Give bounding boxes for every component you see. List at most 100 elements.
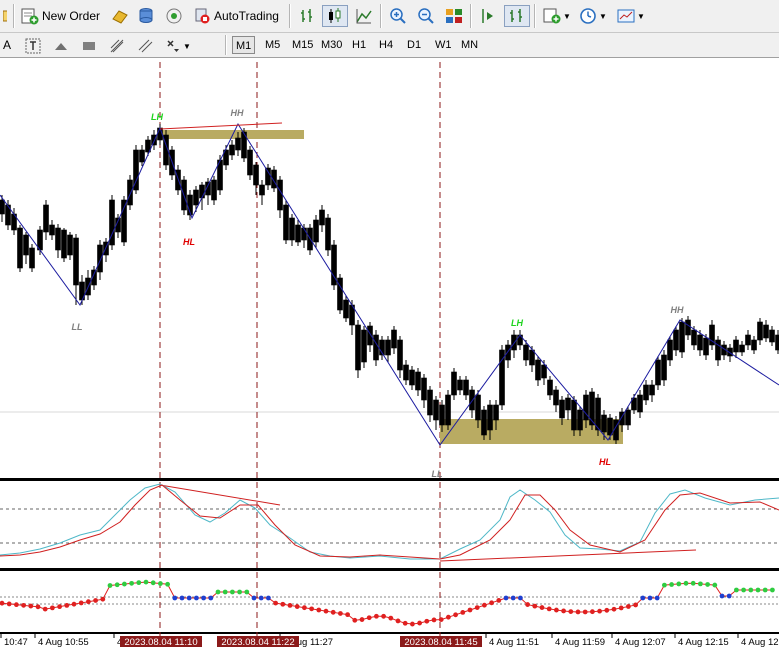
timeframe-d1[interactable]: D1 bbox=[404, 36, 424, 54]
antenna-icon bbox=[166, 8, 182, 24]
oscillator-dot bbox=[21, 602, 26, 608]
bearish-candle bbox=[667, 339, 673, 361]
time-tick-label: 4 Aug 11:59 bbox=[555, 637, 605, 648]
bearish-candle bbox=[23, 234, 29, 256]
oscillator-dot bbox=[14, 602, 19, 608]
oscillator-dot bbox=[266, 595, 271, 601]
oscillator-dot bbox=[568, 609, 574, 614]
bearish-candle bbox=[289, 217, 295, 241]
bearish-candle bbox=[523, 344, 529, 361]
chart-shift-button[interactable] bbox=[476, 5, 500, 27]
oscillator-dot bbox=[482, 602, 487, 608]
oscillator-dot bbox=[618, 605, 624, 611]
timeframe-m5[interactable]: M5 bbox=[262, 36, 283, 54]
bearish-candle bbox=[757, 321, 763, 341]
autotrading-button[interactable]: AutoTrading bbox=[190, 5, 282, 27]
oscillator-dot bbox=[662, 582, 667, 588]
new-order-icon bbox=[21, 8, 39, 25]
auto-scroll-button[interactable] bbox=[504, 5, 530, 27]
oscillator-dot bbox=[122, 581, 127, 587]
oscillator-dot bbox=[489, 600, 494, 606]
bearish-candle bbox=[607, 417, 613, 436]
bearish-candle bbox=[139, 149, 145, 163]
rectangle-tool[interactable] bbox=[78, 35, 100, 57]
timeframe-m15[interactable]: M15 bbox=[289, 36, 316, 54]
timeframe-h1[interactable]: H1 bbox=[349, 36, 369, 54]
new-order-button[interactable]: New Order bbox=[18, 5, 103, 27]
bearish-candle bbox=[67, 234, 73, 256]
bearish-candle bbox=[775, 334, 779, 351]
time-tick-label: 10:47 bbox=[4, 637, 28, 648]
oscillator-dot bbox=[525, 602, 530, 607]
bearish-candle bbox=[637, 394, 643, 413]
timeframe-mn[interactable]: MN bbox=[458, 36, 481, 54]
oscillator-dot bbox=[438, 617, 444, 622]
oscillator-dot bbox=[71, 601, 77, 607]
bearish-candle bbox=[313, 219, 319, 243]
fibonacci-tool[interactable] bbox=[106, 35, 128, 57]
oscillator-dot bbox=[93, 598, 98, 603]
candlestick-chart-button[interactable] bbox=[322, 5, 348, 27]
panel-separator bbox=[0, 632, 779, 634]
oscillator-dot bbox=[179, 595, 185, 601]
bearish-candle bbox=[661, 354, 667, 381]
shapes-tool[interactable]: ▼ bbox=[162, 35, 194, 57]
bearish-candle bbox=[343, 299, 349, 319]
oscillator-dot bbox=[539, 605, 545, 610]
oscillator-dot bbox=[640, 595, 646, 601]
signals-button[interactable] bbox=[162, 5, 186, 27]
indicators-button[interactable]: ▼ bbox=[540, 5, 574, 27]
zoom-out-button[interactable] bbox=[414, 5, 438, 27]
bearish-candle bbox=[43, 204, 49, 233]
tile-windows-button[interactable] bbox=[442, 5, 466, 27]
rectangle-icon bbox=[83, 42, 95, 50]
zoom-in-button[interactable] bbox=[386, 5, 410, 27]
swing-label: HL bbox=[599, 457, 611, 467]
bearish-candle bbox=[403, 364, 409, 381]
arrow-tool[interactable] bbox=[50, 35, 72, 57]
oscillator-dot bbox=[330, 609, 336, 615]
market-watch-button[interactable] bbox=[108, 5, 132, 27]
oscillator-dot bbox=[230, 589, 235, 595]
bearish-candle bbox=[493, 404, 499, 421]
oscillator-dot bbox=[726, 593, 732, 599]
tile-windows-icon bbox=[446, 9, 462, 23]
bearish-candle bbox=[469, 389, 475, 411]
bearish-candle bbox=[547, 379, 553, 396]
oscillator-dot bbox=[64, 603, 70, 608]
bearish-candle bbox=[325, 217, 331, 251]
oscillator-dot bbox=[446, 614, 451, 620]
oscillator-dot bbox=[338, 611, 343, 616]
timeframe-m30[interactable]: M30 bbox=[318, 36, 345, 54]
bearish-candle bbox=[199, 184, 205, 199]
bearish-candle bbox=[457, 379, 463, 391]
chart-shift-icon bbox=[482, 9, 493, 23]
drawing-toolbar: A ▼ M1 M5 M15 M30 H1 H4 D1 W1 MN bbox=[0, 33, 779, 58]
bar-chart-button[interactable] bbox=[296, 5, 320, 27]
text-label-tool[interactable] bbox=[22, 35, 44, 57]
swing-label: LH bbox=[151, 112, 163, 122]
data-window-button[interactable] bbox=[134, 5, 158, 27]
bearish-candle bbox=[295, 224, 301, 243]
timeframe-m1[interactable]: M1 bbox=[232, 36, 256, 54]
bearish-candle bbox=[235, 137, 241, 151]
line-chart-button[interactable] bbox=[352, 5, 376, 27]
bearish-candle bbox=[247, 149, 253, 176]
oscillator-dot bbox=[359, 617, 365, 622]
periods-button[interactable]: ▼ bbox=[576, 5, 610, 27]
new-chart-button[interactable] bbox=[0, 5, 10, 27]
timeframe-w1[interactable]: W1 bbox=[432, 36, 455, 54]
bearish-candle bbox=[589, 391, 595, 426]
oscillator-dot bbox=[388, 615, 394, 621]
time-cursor-label: 2023.08.04 11:45 bbox=[404, 637, 477, 648]
text-tool[interactable]: A bbox=[0, 36, 14, 54]
bearish-candle bbox=[571, 399, 577, 431]
timeframe-h4[interactable]: H4 bbox=[376, 36, 396, 54]
bearish-candle bbox=[487, 404, 493, 431]
bearish-candle bbox=[601, 414, 607, 433]
oscillator-dot bbox=[626, 604, 631, 609]
oscillator-dot bbox=[129, 580, 135, 586]
oscillator-dot bbox=[28, 603, 34, 609]
templates-button[interactable]: ▼ bbox=[614, 5, 648, 27]
channel-tool[interactable] bbox=[134, 35, 156, 57]
